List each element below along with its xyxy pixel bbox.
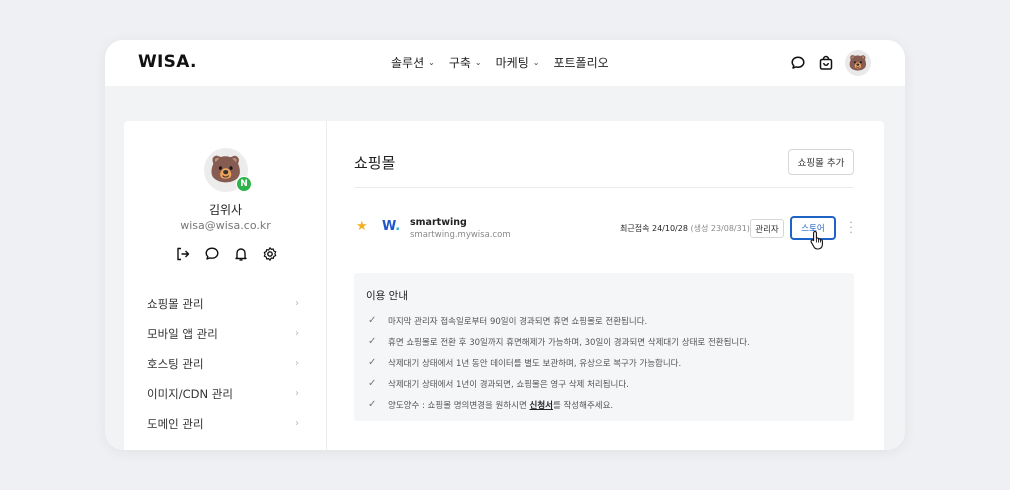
content-panel: 🐻 N 김위사 wisa@wisa.co.kr 쇼핑몰 관리 › 모바일 앱 관… — [124, 121, 884, 450]
notice-text: 양도양수 : 쇼핑몰 명의변경을 원하시면 신청서를 작성해주세요. — [388, 399, 613, 411]
app-window: WISA. 솔루션 ⌄ 구축 ⌄ 마케팅 ⌄ 포트폴리오 🐻 🐻 N 김위사 w… — [105, 40, 905, 450]
sidebar-item-image-cdn[interactable]: 이미지/CDN 관리 › — [147, 385, 307, 415]
notice-title: 이용 안내 — [366, 290, 408, 302]
notice-text: 마지막 관리자 접속일로부터 90일이 경과되면 휴면 쇼핑몰로 전환됩니다. — [388, 316, 648, 327]
shop-logo-letter: W — [382, 219, 396, 234]
chevron-right-icon: › — [295, 358, 299, 369]
more-vertical-icon[interactable]: · · · — [848, 217, 854, 238]
notice-text: 휴면 쇼핑몰로 전환 후 30일까지 휴면해제가 가능하며, 30일이 경과되면… — [388, 337, 750, 348]
header-icons: 🐻 — [789, 50, 871, 76]
check-icon: ✓ — [368, 315, 377, 326]
chevron-down-icon: ⌄ — [532, 58, 540, 67]
profile-email: wisa@wisa.co.kr — [180, 219, 271, 232]
notice-text-suffix: 를 작성해주세요. — [552, 400, 614, 411]
gear-icon[interactable] — [262, 246, 278, 262]
list-item: ✓ 휴면 쇼핑몰로 전환 후 30일까지 휴면해제가 가능하며, 30일이 경과… — [368, 331, 848, 352]
shop-name: smartwing — [410, 217, 467, 228]
sidebar-item-hosting[interactable]: 호스팅 관리 › — [147, 355, 307, 385]
wisa-logo[interactable]: WISA. — [138, 52, 197, 72]
nav-item-label: 포트폴리오 — [553, 56, 609, 70]
admin-button[interactable]: 관리자 — [750, 219, 784, 238]
profile-actions — [175, 246, 278, 262]
cart-icon[interactable] — [817, 54, 835, 72]
naver-badge: N — [236, 176, 252, 192]
notice-text: 삭제대기 상태에서 1년 동안 데이터를 별도 보관하며, 유상으로 복구가 가… — [388, 358, 682, 369]
sidebar-item-label: 모바일 앱 관리 — [147, 327, 218, 341]
last-access-text: 최근접속 24/10/28 — [620, 224, 688, 233]
nav-item-label: 마케팅 — [495, 56, 529, 70]
chevron-down-icon: ⌄ — [474, 58, 482, 67]
star-icon[interactable]: ★ — [356, 219, 368, 234]
sidebar-menu: 쇼핑몰 관리 › 모바일 앱 관리 › 호스팅 관리 › 이미지/CDN 관리 … — [147, 295, 307, 445]
list-item: ✓ 삭제대기 상태에서 1년 동안 데이터를 별도 보관하며, 유상으로 복구가… — [368, 352, 848, 373]
main-nav: 솔루션 ⌄ 구축 ⌄ 마케팅 ⌄ 포트폴리오 — [391, 54, 623, 71]
application-form-link[interactable]: 신청서 — [530, 401, 553, 411]
sidebar-item-domain[interactable]: 도메인 관리 › — [147, 415, 307, 445]
chevron-right-icon: › — [295, 298, 299, 309]
sidebar-item-label: 도메인 관리 — [147, 417, 204, 431]
shop-last-access: 최근접속 24/10/28 (생성 23/08/31) — [620, 223, 750, 234]
bell-icon[interactable] — [233, 246, 249, 262]
notice-box: 이용 안내 ✓ 마지막 관리자 접속일로부터 90일이 경과되면 휴면 쇼핑몰로… — [354, 273, 854, 421]
list-item: ✓ 삭제대기 상태에서 1년이 경과되면, 쇼핑몰은 영구 삭제 처리됩니다. — [368, 373, 848, 394]
check-icon: ✓ — [368, 357, 377, 368]
sidebar: 🐻 N 김위사 wisa@wisa.co.kr 쇼핑몰 관리 › 모바일 앱 관… — [124, 121, 327, 450]
user-avatar[interactable]: 🐻 — [845, 50, 871, 76]
shop-logo-dot: . — [395, 219, 401, 234]
sidebar-item-label: 이미지/CDN 관리 — [147, 387, 233, 401]
top-navigation-bar: WISA. 솔루션 ⌄ 구축 ⌄ 마케팅 ⌄ 포트폴리오 🐻 — [105, 40, 905, 86]
logout-icon[interactable] — [175, 246, 191, 262]
shop-url[interactable]: smartwing.mywisa.com — [410, 230, 511, 240]
sidebar-item-shop-management[interactable]: 쇼핑몰 관리 › — [147, 295, 307, 325]
sidebar-item-label: 호스팅 관리 — [147, 357, 204, 371]
divider — [354, 187, 854, 188]
notice-text: 삭제대기 상태에서 1년이 경과되면, 쇼핑몰은 영구 삭제 처리됩니다. — [388, 379, 629, 390]
nav-item-build[interactable]: 구축 ⌄ — [449, 54, 482, 71]
profile-name: 김위사 — [208, 203, 243, 217]
created-date: (생성 23/08/31) — [690, 224, 750, 233]
chevron-right-icon: › — [295, 328, 299, 339]
notice-list: ✓ 마지막 관리자 접속일로부터 90일이 경과되면 휴면 쇼핑몰로 전환됩니다… — [368, 310, 848, 415]
chevron-right-icon: › — [295, 418, 299, 429]
nav-item-portfolio[interactable]: 포트폴리오 — [553, 54, 608, 71]
nav-item-marketing[interactable]: 마케팅 ⌄ — [496, 54, 540, 71]
check-icon: ✓ — [368, 378, 377, 389]
page-title: 쇼핑몰 — [354, 154, 396, 172]
check-icon: ✓ — [368, 399, 377, 410]
nav-item-solution[interactable]: 솔루션 ⌄ — [391, 54, 435, 71]
add-shop-button[interactable]: 쇼핑몰 추가 — [788, 149, 854, 175]
sidebar-item-mobile-app[interactable]: 모바일 앱 관리 › — [147, 325, 307, 355]
chat-icon[interactable] — [789, 54, 807, 72]
shop-logo: W. — [382, 219, 400, 234]
nav-item-label: 구축 — [448, 56, 471, 70]
hand-cursor-icon — [810, 230, 826, 250]
notice-text-prefix: 양도양수 : 쇼핑몰 명의변경을 원하시면 — [388, 400, 530, 411]
shop-row: ★ W. smartwing smartwing.mywisa.com 최근접속… — [354, 211, 854, 250]
chat-icon[interactable] — [204, 246, 220, 262]
list-item: ✓ 마지막 관리자 접속일로부터 90일이 경과되면 휴면 쇼핑몰로 전환됩니다… — [368, 310, 848, 331]
list-item: ✓ 양도양수 : 쇼핑몰 명의변경을 원하시면 신청서를 작성해주세요. — [368, 394, 848, 415]
chevron-right-icon: › — [295, 388, 299, 399]
chevron-down-icon: ⌄ — [428, 58, 435, 67]
nav-item-label: 솔루션 — [391, 56, 425, 70]
check-icon: ✓ — [368, 336, 377, 347]
sidebar-item-label: 쇼핑몰 관리 — [147, 297, 204, 311]
